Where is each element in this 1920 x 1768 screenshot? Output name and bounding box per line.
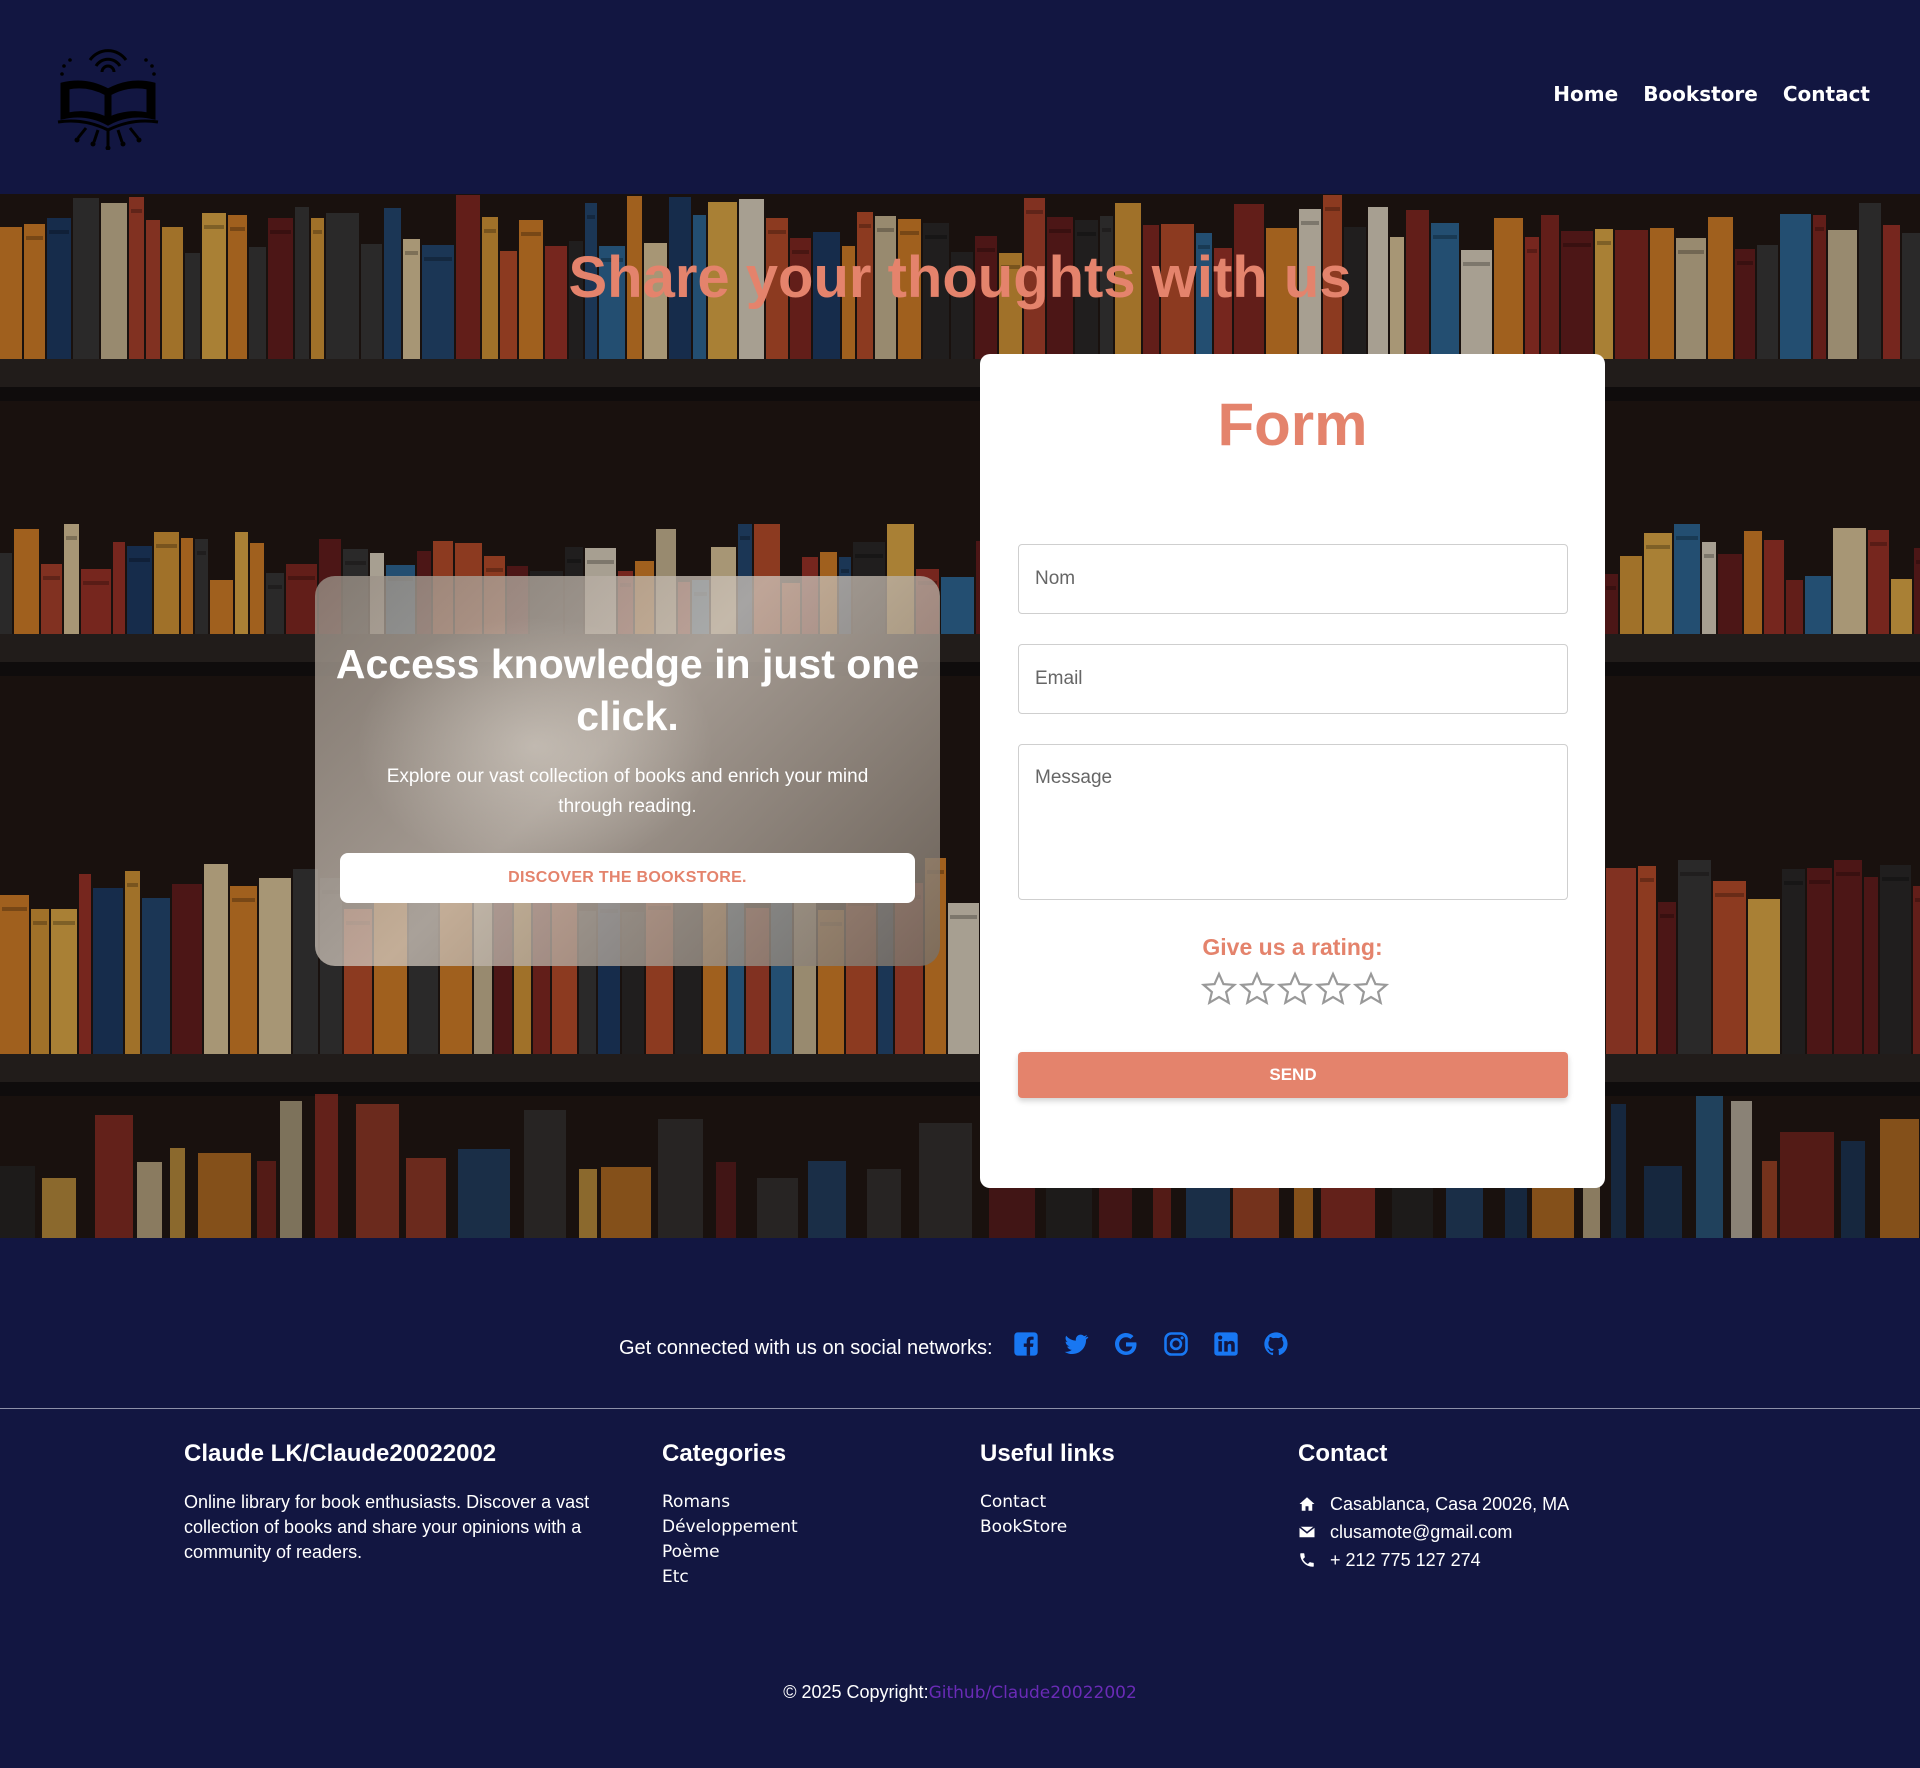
- promo-card: Access knowledge in just one click. Expl…: [315, 576, 940, 966]
- contact-address: Casablanca, Casa 20026, MA: [1298, 1490, 1569, 1518]
- envelope-icon: [1299, 1526, 1315, 1538]
- rating-label: Give us a rating:: [1202, 934, 1383, 960]
- linkedin-icon[interactable]: [1212, 1330, 1240, 1358]
- nav-link-bookstore[interactable]: Bookstore: [1643, 82, 1758, 106]
- instagram-icon[interactable]: [1162, 1330, 1190, 1358]
- contact-phone: + 212 775 127 274: [1298, 1546, 1569, 1574]
- star-rating[interactable]: [1200, 970, 1390, 1008]
- footer-divider: [0, 1408, 1920, 1409]
- form-title: Form: [1217, 391, 1368, 458]
- contact-email-text: clusamote@gmail.com: [1330, 1522, 1513, 1542]
- category-link-romans[interactable]: Romans: [662, 1490, 798, 1515]
- footer-categories: Categories Romans Développement Poème Et…: [662, 1440, 798, 1590]
- discover-bookstore-button[interactable]: DISCOVER THE BOOKSTORE.: [340, 853, 915, 903]
- category-link-etc[interactable]: Etc: [662, 1565, 798, 1590]
- home-icon: [1299, 1497, 1315, 1511]
- copyright-github-link[interactable]: Github/Claude20022002: [929, 1683, 1137, 1703]
- contact-email: clusamote@gmail.com: [1298, 1518, 1569, 1546]
- footer-about: Claude LK/Claude20022002 Online library …: [184, 1440, 604, 1565]
- nav-link-home[interactable]: Home: [1553, 82, 1618, 106]
- nav-link-contact[interactable]: Contact: [1783, 82, 1870, 106]
- message-textarea[interactable]: [1018, 744, 1568, 900]
- phone-icon: [1300, 1553, 1314, 1567]
- social-bar: Get connected with us on social networks…: [0, 1330, 1920, 1380]
- star-icon[interactable]: [1314, 970, 1352, 1008]
- social-icons: [1012, 1330, 1290, 1358]
- github-icon[interactable]: [1262, 1330, 1290, 1358]
- social-text: Get connected with us on social networks…: [619, 1337, 993, 1359]
- name-input[interactable]: [1018, 544, 1568, 614]
- star-icon[interactable]: [1200, 970, 1238, 1008]
- footer-categories-title: Categories: [662, 1440, 787, 1467]
- email-input[interactable]: [1018, 644, 1568, 714]
- navbar: Home Bookstore Contact: [0, 0, 1920, 194]
- promo-card-text: Explore our vast collection of books and…: [386, 766, 869, 817]
- star-icon[interactable]: [1276, 970, 1314, 1008]
- star-icon[interactable]: [1238, 970, 1276, 1008]
- bookshelf-background: [0, 194, 1920, 1238]
- useful-link-bookstore[interactable]: BookStore: [980, 1515, 1115, 1540]
- twitter-icon[interactable]: [1062, 1330, 1090, 1358]
- send-button[interactable]: SEND: [1018, 1052, 1568, 1098]
- footer-about-title: Claude LK/Claude20022002: [184, 1440, 497, 1467]
- hero-title: Share your thoughts with us: [568, 245, 1352, 310]
- book-logo-icon[interactable]: [50, 34, 166, 150]
- footer-contact: Contact Casablanca, Casa 20026, MA clusa…: [1298, 1440, 1569, 1574]
- hero-section: Share your thoughts with us Access knowl…: [0, 194, 1920, 1238]
- google-icon[interactable]: [1112, 1330, 1140, 1358]
- category-link-poeme[interactable]: Poème: [662, 1540, 798, 1565]
- footer-useful-title: Useful links: [980, 1440, 1115, 1467]
- facebook-icon[interactable]: [1012, 1330, 1040, 1358]
- copyright: © 2025 Copyright:Github/Claude20022002: [0, 1682, 1920, 1703]
- feedback-form: Form Give us a rating: SEND: [980, 354, 1605, 1188]
- footer-useful-links: Useful links Contact BookStore: [980, 1440, 1115, 1540]
- nav-menu: Home Bookstore Contact: [1553, 82, 1870, 106]
- category-link-developpement[interactable]: Développement: [662, 1515, 798, 1540]
- contact-address-text: Casablanca, Casa 20026, MA: [1330, 1494, 1570, 1514]
- useful-link-contact[interactable]: Contact: [980, 1490, 1115, 1515]
- copyright-text: © 2025 Copyright:: [783, 1682, 929, 1702]
- star-icon[interactable]: [1352, 970, 1390, 1008]
- promo-card-title: Access knowledge in just one click.: [335, 641, 920, 739]
- footer-contact-title: Contact: [1298, 1440, 1388, 1467]
- contact-phone-text: + 212 775 127 274: [1330, 1550, 1481, 1570]
- footer-about-text: Online library for book enthusiasts. Dis…: [184, 1492, 590, 1562]
